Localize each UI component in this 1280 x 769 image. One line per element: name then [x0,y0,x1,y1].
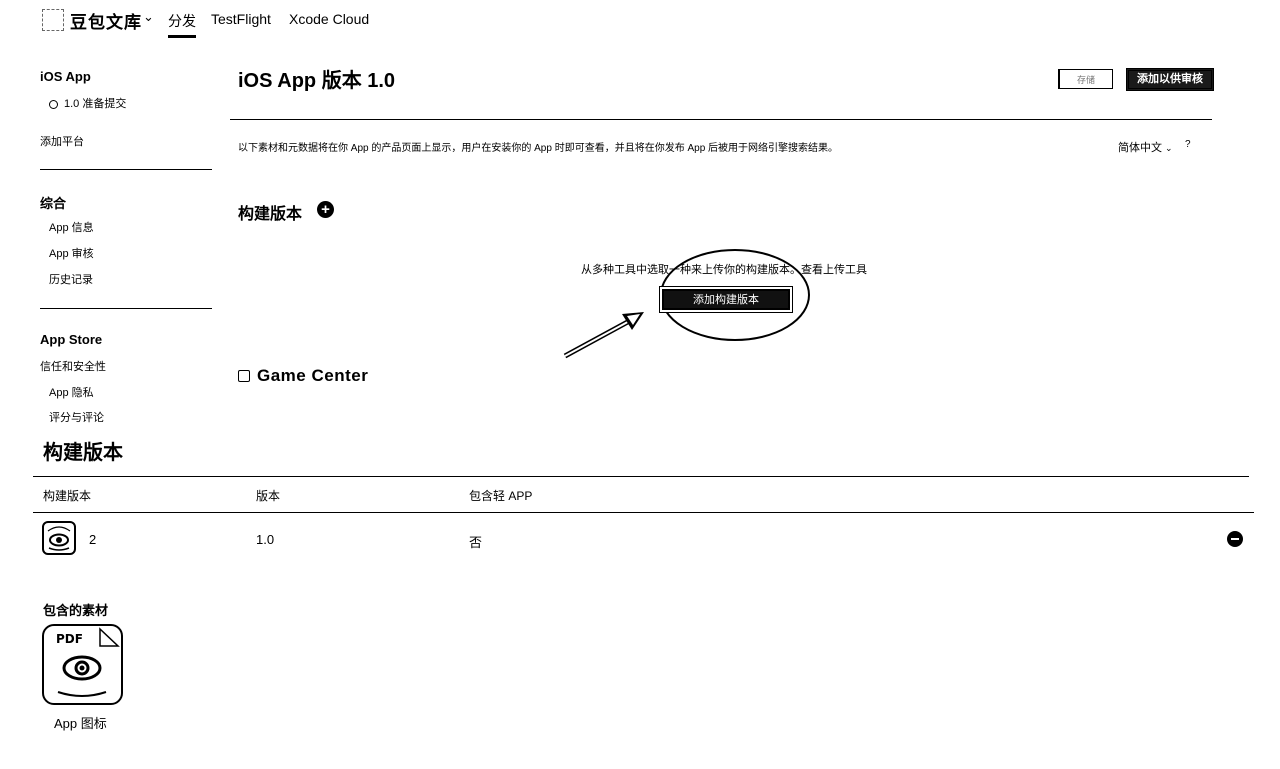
table-cell-version: 1.0 [256,532,275,547]
page-title: iOS App 版本 1.0 [238,70,396,92]
tab-testflight[interactable]: TestFlight [211,11,271,27]
sidebar-item-version[interactable]: 1.0 准备提交 [49,95,126,111]
column-header-build: 构建版本 [43,489,92,503]
table-divider [33,476,1249,477]
save-button[interactable]: 存储 [1058,69,1113,89]
help-icon[interactable]: ? [1185,139,1191,150]
build-app-icon [42,521,76,555]
app-logo-icon [42,9,64,31]
sidebar-divider [40,308,212,309]
plus-circle-icon[interactable]: + [317,201,334,218]
app-name[interactable]: 豆包文库 [70,8,142,33]
pdf-eye-icon [57,627,120,697]
sidebar-item-app-info[interactable]: App 信息 [49,219,94,235]
chevron-down-icon[interactable]: ⌄ [143,9,154,25]
sidebar-heading-ios-app[interactable]: iOS App [40,69,91,84]
header-divider [230,119,1212,120]
add-build-button[interactable]: 添加构建版本 [662,289,790,310]
table-divider [33,512,1254,513]
sidebar-divider [40,169,212,170]
add-for-review-button[interactable]: 添加以供审核 [1126,68,1214,91]
checkbox-icon[interactable] [238,370,250,382]
sidebar-item-app-privacy[interactable]: App 隐私 [49,384,94,400]
app-icon-label: App 图标 [54,716,107,731]
builds-panel-title: 构建版本 [43,442,123,464]
sidebar-item-add-platform[interactable]: 添加平台 [40,133,84,149]
status-circle-icon [49,99,58,109]
tab-xcode-cloud[interactable]: Xcode Cloud [289,11,369,27]
app-icon-asset[interactable]: PDF [42,624,123,705]
sidebar-item-history[interactable]: 历史记录 [49,271,93,287]
table-cell-build[interactable]: 2 [89,532,96,547]
assets-title: 包含的素材 [43,603,109,618]
arrow-icon [563,312,644,359]
tab-distribution[interactable]: 分发 [168,11,196,38]
language-select[interactable]: 简体中文 ⌄ [1118,139,1173,155]
sidebar-item-trust-safety[interactable]: 信任和安全性 [40,358,106,374]
pdf-eye-icon [47,526,71,551]
sidebar-heading-general[interactable]: 综合 [40,193,66,212]
metadata-description: 以下素材和元数据将在你 App 的产品页面上显示，用户在安装你的 App 时即可… [238,143,839,154]
language-label: 简体中文 [1118,142,1162,154]
sidebar-heading-app-store[interactable]: App Store [40,332,102,347]
sidebar-item-ratings-reviews[interactable]: 评分与评论 [49,409,104,425]
build-section-title: 构建版本 [238,206,303,223]
chevron-down-icon: ⌄ [1165,143,1173,153]
game-center-label[interactable]: Game Center [257,366,368,386]
table-cell-app-clip: 否 [469,535,483,550]
sidebar-item-app-review[interactable]: App 审核 [49,245,94,261]
column-header-app-clip: 包含轻 APP [469,489,533,503]
column-header-version: 版本 [256,489,281,503]
minus-circle-icon[interactable] [1227,531,1243,547]
sidebar-item-version-label: 1.0 准备提交 [64,98,127,110]
